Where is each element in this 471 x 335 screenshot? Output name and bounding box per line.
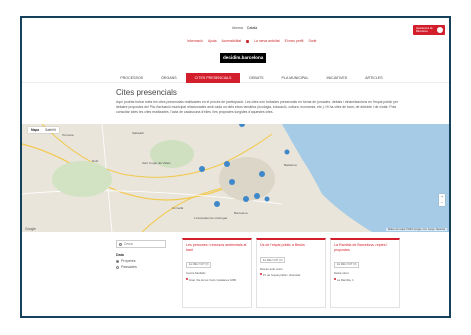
ajuntament-logo[interactable]: Ajuntament de Barcelona: [413, 25, 445, 35]
date-filter: Data Properes Passades: [116, 253, 176, 269]
map-marker: [239, 124, 245, 127]
map-canvas[interactable]: Barcelona L'Hospitalet de Llobregat Bada…: [22, 124, 449, 232]
link-perfil[interactable]: El meu perfil: [285, 39, 304, 43]
tab-satellite[interactable]: Satèl·lit: [42, 127, 59, 133]
map-label-badalona: Badalona: [284, 163, 297, 167]
green-area-2: [52, 161, 112, 197]
location-pin-icon: [334, 277, 336, 280]
search-icon: [119, 242, 122, 246]
radio-icon[interactable]: [116, 265, 119, 269]
sea-area: [282, 124, 449, 232]
nav-item-processos[interactable]: PROCESSOS: [111, 73, 152, 83]
location-pin-icon: [260, 273, 262, 276]
main-nav: PROCESSOS ÒRGANS CITES PRESENCIALS DEBAT…: [22, 72, 449, 83]
card-address: La Rambla, 1: [337, 277, 354, 282]
shield-icon: [437, 27, 443, 33]
vote-button[interactable]: EL MEU VOT (0): [186, 261, 212, 268]
zoom-out-button[interactable]: −: [439, 200, 445, 206]
card-title[interactable]: Ús de l'espai públic a Besòs: [260, 243, 322, 248]
search-box[interactable]: [116, 240, 166, 248]
vote-button[interactable]: EL MEU VOT (0): [260, 257, 286, 264]
map-marker: [264, 196, 270, 202]
card-title[interactable]: La Rambla de Barcelona, reptes i propost…: [334, 243, 396, 252]
map-label-cornella: Cornellà: [172, 206, 184, 210]
filter-option-past[interactable]: Passades: [116, 265, 176, 269]
map-marker: [259, 171, 265, 177]
language-selector[interactable]: Idioma Català: [232, 26, 257, 30]
search-input[interactable]: [124, 242, 164, 246]
card-place: Centre Mediàtic: [186, 271, 206, 276]
map-label-terrassa: Terrassa: [62, 133, 74, 137]
filter-option-label: Properes: [121, 259, 136, 263]
map-type-tabs: Mapa Satèl·lit: [28, 127, 59, 133]
filter-option-upcoming[interactable]: Properes: [116, 259, 176, 263]
card-place: Debat obert: [334, 271, 349, 276]
notifications-icon[interactable]: [246, 39, 250, 43]
nav-item-cites-presencials[interactable]: CITES PRESENCIALS: [185, 72, 241, 83]
map-marker: [284, 149, 290, 155]
meetings-map[interactable]: Barcelona L'Hospitalet de Llobregat Bada…: [22, 124, 449, 232]
link-activitat[interactable]: La meva activitat: [254, 39, 279, 43]
vote-button[interactable]: EL MEU VOT (0): [334, 261, 360, 268]
nav-item-articles[interactable]: ARTICLES: [356, 73, 392, 83]
link-informacio[interactable]: Informació: [187, 39, 203, 43]
map-label-rubi: Rubí: [92, 159, 99, 163]
language-label: Idioma: [232, 26, 243, 30]
map-label-sant-cugat: Sant Cugat del Vallès: [142, 161, 171, 165]
header: Idioma Català Ajuntament de Barcelona In…: [22, 18, 449, 76]
zoom-control: + −: [439, 194, 445, 206]
tab-map[interactable]: Mapa: [28, 127, 42, 133]
card-place: Reunió amb veïns: [260, 266, 283, 271]
language-value[interactable]: Català: [247, 26, 257, 30]
filters-sidebar: Data Properes Passades: [116, 240, 176, 271]
meeting-card[interactable]: La Rambla de Barcelona, reptes i propost…: [330, 238, 400, 308]
map-label-sabadell: Sabadell: [132, 131, 144, 135]
link-accessibilitat[interactable]: Accessibilitat: [222, 39, 242, 43]
google-logo: Google: [25, 227, 36, 231]
page-title: Cites presencials: [116, 88, 177, 97]
card-address: Pl. de l'espai públic i diversitat: [263, 273, 301, 278]
card-location: La Rambla, 1: [334, 277, 396, 283]
meeting-cards: Les persones i recursos ambientals al ba…: [182, 238, 400, 308]
link-sortir[interactable]: Sortir: [308, 39, 316, 43]
meeting-card[interactable]: Ús de l'espai públic a Besòs EL MEU VOT …: [256, 238, 326, 308]
radio-icon[interactable]: [116, 259, 119, 263]
map-marker: [243, 196, 249, 202]
link-ajuda[interactable]: Ajuda: [208, 39, 217, 43]
user-links: Informació Ajuda Accessibilitat La meva …: [187, 39, 317, 43]
meeting-card[interactable]: Les persones i recursos ambientals al ba…: [182, 238, 252, 308]
map-marker: [224, 161, 230, 167]
card-title[interactable]: Les persones i recursos ambientals al ba…: [186, 243, 248, 252]
map-marker: [229, 179, 235, 185]
card-address: Gran Via de les Corts Catalanes 1086: [189, 277, 237, 282]
location-pin-icon: [186, 277, 188, 280]
card-location: Pl. de l'espai públic i diversitat: [260, 272, 322, 278]
map-marker: [254, 193, 260, 199]
nav-item-debats[interactable]: DEBATS: [240, 73, 272, 83]
nav-item-iniciatives[interactable]: INICIATIVES: [317, 73, 356, 83]
brand-badge[interactable]: decidim.barcelona: [220, 53, 267, 63]
map-label-hospitalet: L'Hospitalet de Llobregat: [194, 216, 227, 220]
map-marker: [199, 166, 205, 172]
filter-option-label: Passades: [121, 265, 137, 269]
filter-title: Data: [116, 253, 124, 257]
nav-item-organs[interactable]: ÒRGANS: [152, 73, 186, 83]
page-intro: Aquí podràs trobar totes les cites prese…: [116, 100, 399, 114]
nav-item-pla-municipal[interactable]: PLA MUNICIPAL: [273, 73, 318, 83]
browser-window: Idioma Català Ajuntament de Barcelona In…: [20, 16, 451, 318]
card-location: Gran Via de les Corts Catalanes 1086: [186, 277, 248, 283]
map-label-barcelona: Barcelona: [234, 211, 248, 215]
map-attribution: Dades del mapa ©2016 Google, Inst. Geogr…: [385, 228, 447, 231]
map-marker: [214, 201, 220, 207]
home-icon[interactable]: [79, 73, 97, 83]
